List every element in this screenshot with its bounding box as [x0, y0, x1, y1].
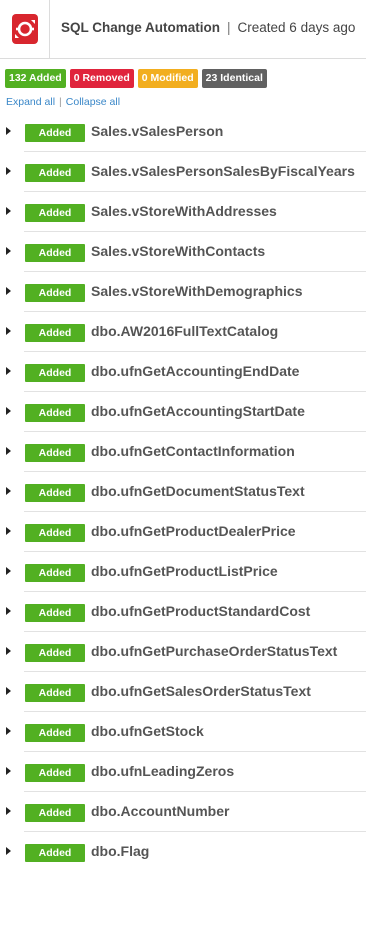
- status-badge: Added: [25, 724, 85, 742]
- expand-all-link[interactable]: Expand all: [6, 96, 55, 108]
- object-name: dbo.ufnGetAccountingStartDate: [91, 403, 305, 419]
- list-item[interactable]: Added dbo.ufnLeadingZeros: [0, 752, 366, 792]
- expand-caret-icon[interactable]: [6, 327, 11, 335]
- list-item[interactable]: Added dbo.ufnGetAccountingEndDate: [0, 352, 366, 392]
- object-name: dbo.ufnGetDocumentStatusText: [91, 483, 305, 499]
- object-name: Sales.vSalesPerson: [91, 123, 224, 139]
- object-name: dbo.ufnGetAccountingEndDate: [91, 363, 300, 379]
- expand-caret-icon[interactable]: [6, 847, 11, 855]
- object-list: Added Sales.vSalesPerson Added Sales.vSa…: [0, 112, 366, 872]
- status-badge: Added: [25, 804, 85, 822]
- created-timestamp: Created 6 days ago: [237, 20, 356, 35]
- status-badge: Added: [25, 524, 85, 542]
- modified-count-badge[interactable]: 0 Modified: [137, 69, 198, 88]
- expand-caret-icon[interactable]: [6, 727, 11, 735]
- list-item[interactable]: Added Sales.vStoreWithContacts: [0, 232, 366, 272]
- expand-caret-icon[interactable]: [6, 527, 11, 535]
- list-item[interactable]: Added dbo.ufnGetSalesOrderStatusText: [0, 672, 366, 712]
- object-name: dbo.ufnGetProductListPrice: [91, 563, 278, 579]
- header-text: SQL Change Automation | Created 6 days ago: [61, 20, 355, 35]
- object-name: Sales.vSalesPersonSalesByFiscalYears: [91, 163, 355, 179]
- status-badge: Added: [25, 284, 85, 302]
- status-badge: Added: [25, 684, 85, 702]
- status-badge: Added: [25, 164, 85, 182]
- object-name: Sales.vStoreWithAddresses: [91, 203, 277, 219]
- list-item[interactable]: Added dbo.ufnGetProductListPrice: [0, 552, 366, 592]
- removed-count-badge[interactable]: 0 Removed: [69, 69, 134, 88]
- expand-caret-icon[interactable]: [6, 447, 11, 455]
- status-badge: Added: [25, 244, 85, 262]
- list-item[interactable]: Added dbo.ufnGetStock: [0, 712, 366, 752]
- object-name: dbo.ufnGetPurchaseOrderStatusText: [91, 643, 338, 659]
- status-badge: Added: [25, 404, 85, 422]
- status-badge: Added: [25, 364, 85, 382]
- list-item[interactable]: Added Sales.vSalesPersonSalesByFiscalYea…: [0, 152, 366, 192]
- status-badge: Added: [25, 844, 85, 862]
- object-name: dbo.ufnGetSalesOrderStatusText: [91, 683, 311, 699]
- list-item[interactable]: Added dbo.Flag: [0, 832, 366, 872]
- object-name: Sales.vStoreWithDemographics: [91, 283, 303, 299]
- expand-caret-icon[interactable]: [6, 687, 11, 695]
- expand-caret-icon[interactable]: [6, 207, 11, 215]
- expand-caret-icon[interactable]: [6, 407, 11, 415]
- list-item[interactable]: Added Sales.vSalesPerson: [0, 112, 366, 152]
- object-name: Sales.vStoreWithContacts: [91, 243, 266, 259]
- expand-caret-icon[interactable]: [6, 647, 11, 655]
- collapse-all-link[interactable]: Collapse all: [66, 96, 120, 108]
- expand-caret-icon[interactable]: [6, 567, 11, 575]
- expand-caret-icon[interactable]: [6, 287, 11, 295]
- list-item[interactable]: Added dbo.ufnGetProductStandardCost: [0, 592, 366, 632]
- object-name: dbo.ufnGetStock: [91, 723, 204, 739]
- status-badge: Added: [25, 444, 85, 462]
- list-item[interactable]: Added Sales.vStoreWithDemographics: [0, 272, 366, 312]
- status-badge: Added: [25, 564, 85, 582]
- list-item[interactable]: Added dbo.ufnGetDocumentStatusText: [0, 472, 366, 512]
- status-badge: Added: [25, 204, 85, 222]
- list-item[interactable]: Added Sales.vStoreWithAddresses: [0, 192, 366, 232]
- app-title: SQL Change Automation: [61, 20, 221, 35]
- list-item[interactable]: Added dbo.ufnGetPurchaseOrderStatusText: [0, 632, 366, 672]
- status-badge: Added: [25, 124, 85, 142]
- object-name: dbo.ufnGetProductStandardCost: [91, 603, 311, 619]
- summary-badges: 132 Added 0 Removed 0 Modified 23 Identi…: [5, 69, 267, 88]
- expand-collapse-controls: Expand all | Collapse all: [6, 96, 120, 108]
- list-item[interactable]: Added dbo.ufnGetAccountingStartDate: [0, 392, 366, 432]
- list-item[interactable]: Added dbo.ufnGetContactInformation: [0, 432, 366, 472]
- added-count-badge[interactable]: 132 Added: [5, 69, 66, 88]
- status-badge: Added: [25, 324, 85, 342]
- expand-caret-icon[interactable]: [6, 767, 11, 775]
- list-item[interactable]: Added dbo.AW2016FullTextCatalog: [0, 312, 366, 352]
- expand-caret-icon[interactable]: [6, 487, 11, 495]
- expand-caret-icon[interactable]: [6, 807, 11, 815]
- object-name: dbo.Flag: [91, 843, 150, 859]
- list-item[interactable]: Added dbo.ufnGetProductDealerPrice: [0, 512, 366, 552]
- list-item[interactable]: Added dbo.AccountNumber: [0, 792, 366, 832]
- object-name: dbo.ufnGetProductDealerPrice: [91, 523, 296, 539]
- expand-caret-icon[interactable]: [6, 127, 11, 135]
- object-name: dbo.AW2016FullTextCatalog: [91, 323, 279, 339]
- status-badge: Added: [25, 484, 85, 502]
- status-badge: Added: [25, 604, 85, 622]
- identical-count-badge[interactable]: 23 Identical: [201, 69, 267, 88]
- expand-caret-icon[interactable]: [6, 367, 11, 375]
- status-badge: Added: [25, 644, 85, 662]
- app-logo: [0, 0, 50, 58]
- link-separator: |: [59, 96, 62, 108]
- object-name: dbo.ufnGetContactInformation: [91, 443, 295, 459]
- object-name: dbo.AccountNumber: [91, 803, 230, 819]
- expand-caret-icon[interactable]: [6, 167, 11, 175]
- header-separator: |: [227, 20, 231, 35]
- expand-caret-icon[interactable]: [6, 607, 11, 615]
- sql-change-automation-logo-icon: [11, 14, 38, 44]
- header-bar: SQL Change Automation | Created 6 days ago: [0, 0, 366, 59]
- object-name: dbo.ufnLeadingZeros: [91, 763, 235, 779]
- expand-caret-icon[interactable]: [6, 247, 11, 255]
- status-badge: Added: [25, 764, 85, 782]
